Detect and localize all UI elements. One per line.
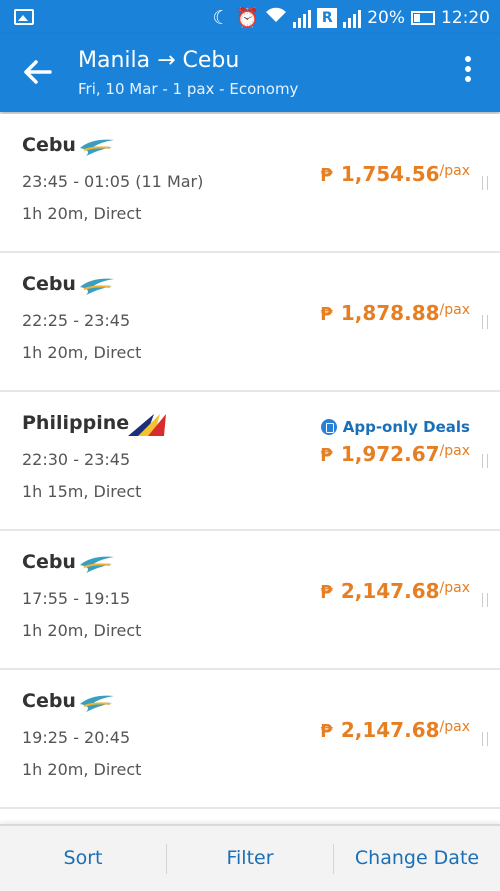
battery-percent: 20% [367, 7, 405, 28]
price-value: 2,147.68 [340, 579, 440, 603]
drag-handle-icon [482, 454, 488, 468]
flight-duration: 1h 20m, Direct [22, 343, 142, 362]
status-time: 12:20 [441, 7, 490, 28]
flight-price: ₱ 1,972.67/pax [320, 442, 470, 466]
flight-card[interactable]: Cebu 23:45 - 01:05 (11 Mar) 1h 20m, Dire… [0, 114, 500, 253]
philippine-airlines-logo-icon [128, 414, 166, 436]
sort-button[interactable]: Sort [0, 826, 166, 891]
cebu-logo-icon [80, 139, 114, 156]
peso-symbol: ₱ [320, 721, 333, 742]
arrow-left-icon [24, 60, 52, 84]
flight-card[interactable]: Cebu 17:55 - 19:15 1h 20m, Direct ₱ 2,147… [0, 531, 500, 670]
price-unit: /pax [439, 443, 470, 459]
app-bar: Manila → Cebu Fri, 10 Mar - 1 pax - Econ… [0, 34, 500, 112]
moon-icon: ☾ [212, 6, 230, 29]
signal-icon-2 [343, 8, 362, 28]
alarm-icon: ⏰ [235, 6, 260, 29]
flight-price: ₱ 2,147.68/pax [320, 579, 470, 603]
flight-list: Cebu 23:45 - 01:05 (11 Mar) 1h 20m, Dire… [0, 114, 500, 831]
price-value: 1,754.56 [340, 162, 440, 186]
airline-name: Cebu [22, 273, 76, 295]
cebu-logo-icon [80, 695, 114, 712]
dot-icon [465, 76, 471, 82]
price-value: 1,878.88 [340, 301, 440, 325]
flight-price: ₱ 2,147.68/pax [320, 718, 470, 742]
flight-card[interactable]: Cebu 19:25 - 20:45 1h 20m, Direct ₱ 2,147… [0, 670, 500, 809]
airline-name: Cebu [22, 134, 76, 156]
price-unit: /pax [439, 302, 470, 318]
flight-times: 23:45 - 01:05 (11 Mar) [22, 172, 204, 191]
airline-name: Cebu [22, 551, 76, 573]
wifi-icon [265, 6, 287, 29]
deal-label: App-only Deals [342, 418, 470, 436]
more-menu-button[interactable] [464, 56, 472, 88]
flight-duration: 1h 20m, Direct [22, 760, 142, 779]
dot-icon [465, 56, 471, 62]
peso-symbol: ₱ [320, 582, 333, 603]
route-title: Manila → Cebu [78, 48, 240, 73]
cebu-logo-icon [80, 556, 114, 573]
flight-times: 22:30 - 23:45 [22, 450, 131, 469]
phone-icon [320, 419, 337, 435]
flight-times: 17:55 - 19:15 [22, 589, 131, 608]
drag-handle-icon [482, 593, 488, 607]
price-unit: /pax [439, 719, 470, 735]
price-unit: /pax [439, 580, 470, 596]
search-summary: Fri, 10 Mar - 1 pax - Economy [78, 80, 299, 98]
peso-symbol: ₱ [320, 304, 333, 325]
price-value: 1,972.67 [340, 442, 440, 466]
filter-button[interactable]: Filter [167, 826, 333, 891]
flight-duration: 1h 20m, Direct [22, 204, 142, 223]
peso-symbol: ₱ [320, 165, 333, 186]
flight-times: 22:25 - 23:45 [22, 311, 131, 330]
flight-duration: 1h 15m, Direct [22, 482, 142, 501]
back-button[interactable] [20, 54, 56, 90]
airline-name: Philippine [22, 412, 130, 434]
cebu-logo-icon [80, 278, 114, 295]
dot-icon [465, 66, 471, 72]
airline-name: Cebu [22, 690, 76, 712]
roaming-badge: R [317, 7, 338, 28]
signal-icon [293, 8, 312, 28]
flight-card[interactable]: Philippine 22:30 - 23:45 1h 15m, Direct … [0, 392, 500, 531]
flight-price: ₱ 1,878.88/pax [320, 301, 470, 325]
peso-symbol: ₱ [320, 445, 333, 466]
app-only-deal-badge: App-only Deals [320, 418, 470, 436]
gallery-icon [14, 9, 34, 25]
drag-handle-icon [482, 732, 488, 746]
price-value: 2,147.68 [340, 718, 440, 742]
flight-duration: 1h 20m, Direct [22, 621, 142, 640]
bottom-action-bar: Sort Filter Change Date [0, 824, 500, 891]
price-unit: /pax [439, 163, 470, 179]
drag-handle-icon [482, 315, 488, 329]
change-date-button[interactable]: Change Date [334, 826, 500, 891]
battery-icon [411, 10, 435, 25]
flight-times: 19:25 - 20:45 [22, 728, 131, 747]
flight-price: ₱ 1,754.56/pax [320, 162, 470, 186]
status-bar: ☾ ⏰ R 20% 12:20 [0, 0, 500, 34]
flight-card[interactable]: Cebu 22:25 - 23:45 1h 20m, Direct ₱ 1,878… [0, 253, 500, 392]
drag-handle-icon [482, 176, 488, 190]
